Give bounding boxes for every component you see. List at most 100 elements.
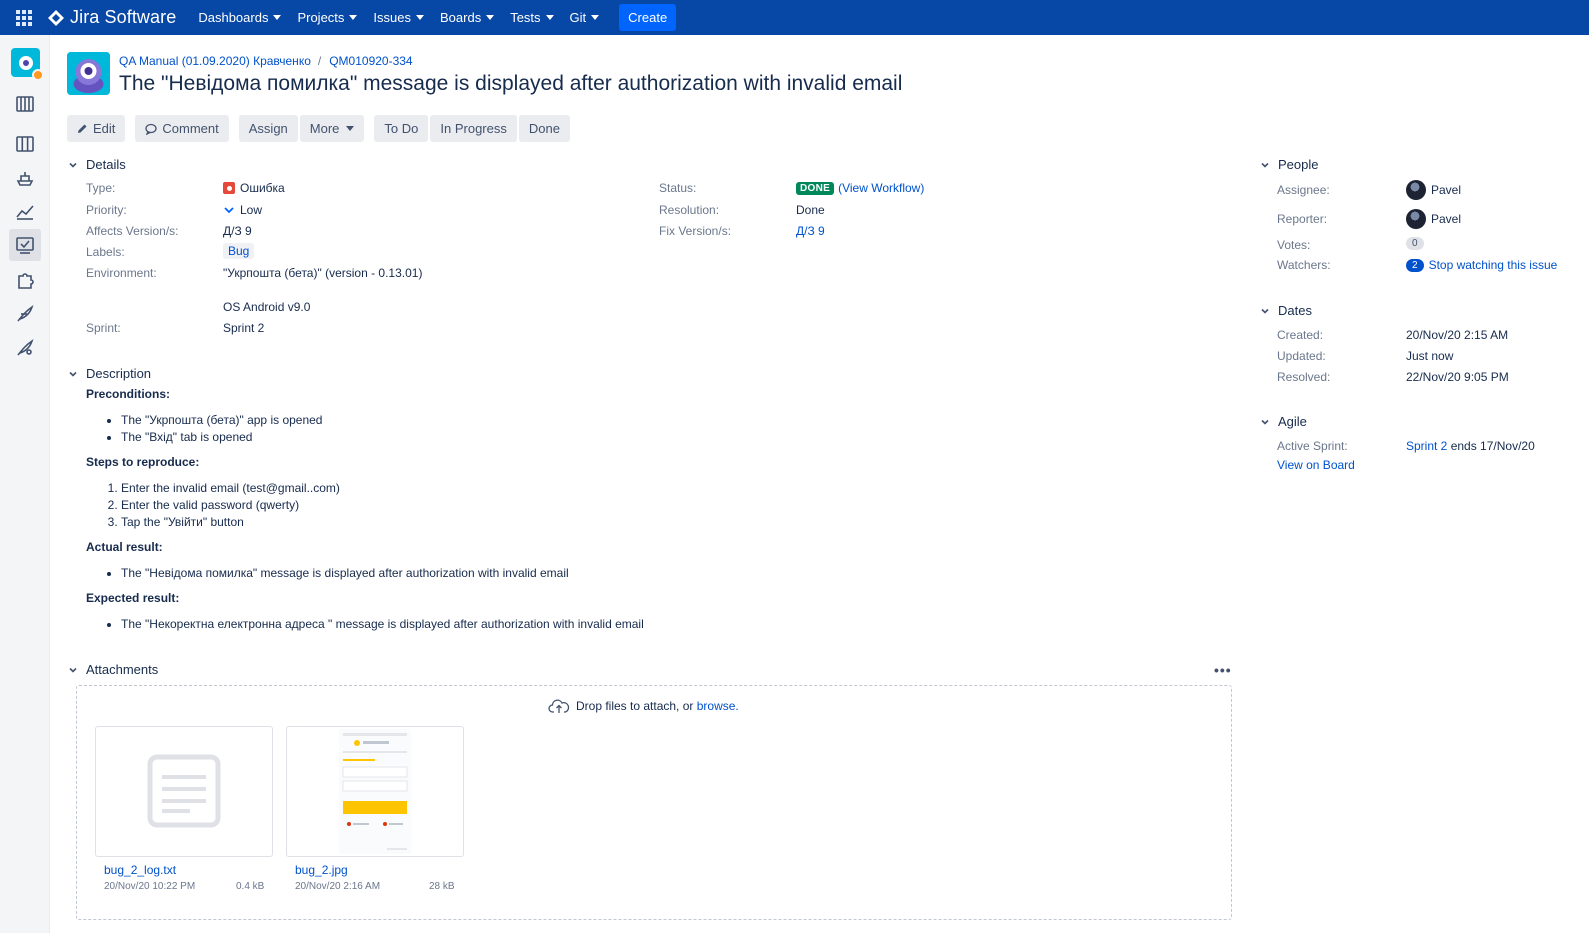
attachments-more-icon[interactable]: ••• bbox=[1214, 662, 1232, 678]
dates-section-toggle[interactable]: Dates bbox=[1259, 303, 1312, 318]
expected-result-list: The "Некоректна електронна адреса " mess… bbox=[86, 616, 644, 633]
addons-icon[interactable] bbox=[12, 267, 38, 293]
watchers-count[interactable]: 2 bbox=[1406, 258, 1424, 272]
resolved-value: 22/Nov/20 9:05 PM bbox=[1406, 370, 1509, 384]
list-item: Tap the "Увійти" button bbox=[121, 514, 340, 531]
releases-icon[interactable] bbox=[12, 165, 38, 191]
created-label: Created: bbox=[1277, 328, 1324, 342]
priority-label: Priority: bbox=[86, 203, 127, 217]
assignee-value[interactable]: Pavel bbox=[1406, 180, 1461, 200]
top-navigation: Jira Software Dashboards Projects Issues… bbox=[0, 0, 1589, 35]
preconditions-list: The "Укрпошта (бета)" app is opened The … bbox=[86, 412, 322, 446]
feather-alt-icon[interactable] bbox=[12, 335, 38, 361]
attachment-thumbnail-txt[interactable] bbox=[95, 726, 273, 857]
affects-version-label: Affects Version/s: bbox=[86, 224, 179, 238]
view-on-board-link[interactable]: View on Board bbox=[1277, 458, 1355, 472]
environment-line-1: "Укрпошта (бета)" (version - 0.13.01) bbox=[223, 266, 423, 280]
people-section-toggle[interactable]: People bbox=[1259, 157, 1318, 172]
avatar bbox=[1406, 209, 1426, 229]
done-transition-button[interactable]: Done bbox=[518, 115, 570, 142]
attachments-heading: Attachments bbox=[86, 662, 159, 677]
drop-text: Drop files to attach, or bbox=[576, 699, 694, 713]
label-bug[interactable]: Bug bbox=[223, 243, 255, 259]
chevron-down-icon bbox=[67, 159, 79, 171]
breadcrumb-issue-key[interactable]: QM010920-334 bbox=[329, 54, 412, 68]
jira-logo[interactable]: Jira Software bbox=[48, 7, 176, 28]
nav-issues[interactable]: Issues bbox=[365, 0, 432, 35]
chevron-down-icon bbox=[416, 15, 424, 20]
edit-button[interactable]: Edit bbox=[67, 115, 126, 142]
description-section-toggle[interactable]: Description bbox=[67, 366, 151, 381]
fix-version-value[interactable]: Д/З 9 bbox=[796, 224, 825, 238]
dates-heading: Dates bbox=[1278, 303, 1312, 318]
fix-version-label: Fix Version/s: bbox=[659, 224, 732, 238]
attachment-name[interactable]: bug_2_log.txt bbox=[104, 863, 176, 877]
list-item: The "Укрпошта (бета)" app is opened bbox=[121, 412, 322, 429]
expected-result-heading: Expected result: bbox=[86, 591, 179, 605]
updated-label: Updated: bbox=[1277, 349, 1326, 363]
type-value: Ошибка bbox=[223, 181, 285, 195]
reporter-value[interactable]: Pavel bbox=[1406, 209, 1461, 229]
attachments-section-toggle[interactable]: Attachments bbox=[67, 662, 158, 677]
chevron-down-icon bbox=[1259, 305, 1271, 317]
avatar bbox=[1406, 180, 1426, 200]
breadcrumb-separator: / bbox=[317, 54, 322, 68]
app-switcher-button[interactable] bbox=[6, 0, 42, 35]
preconditions-title: Preconditions: bbox=[86, 387, 171, 401]
feather-icon[interactable] bbox=[12, 301, 38, 327]
steps-list: Enter the invalid email (test@gmail..com… bbox=[86, 480, 340, 531]
attachment-thumbnail-jpg[interactable] bbox=[286, 726, 464, 857]
project-header-avatar[interactable] bbox=[67, 52, 110, 95]
nav-boards[interactable]: Boards bbox=[432, 0, 502, 35]
affects-version-value[interactable]: Д/З 9 bbox=[223, 224, 252, 238]
breadcrumb-project[interactable]: QA Manual (01.09.2020) Кравченко bbox=[119, 54, 311, 68]
preconditions-heading: Preconditions: bbox=[86, 387, 170, 401]
issue-toolbar: Edit Comment Assign More To Do In Progre… bbox=[67, 115, 572, 142]
attachment-name[interactable]: bug_2.jpg bbox=[295, 863, 348, 877]
priority-low-icon bbox=[224, 207, 234, 214]
nav-dashboards[interactable]: Dashboards bbox=[190, 0, 289, 35]
environment-line-2: OS Android v9.0 bbox=[223, 300, 311, 314]
details-section-toggle[interactable]: Details bbox=[67, 157, 126, 172]
chevron-down-icon bbox=[1259, 159, 1271, 171]
create-button[interactable]: Create bbox=[619, 4, 677, 31]
type-label: Type: bbox=[86, 181, 116, 195]
sprint-end-text: ends 17/Nov/20 bbox=[1447, 439, 1535, 453]
todo-transition-button[interactable]: To Do bbox=[374, 115, 429, 142]
screenshot-preview-image bbox=[339, 729, 411, 854]
reports-icon[interactable] bbox=[12, 198, 38, 224]
priority-value: Low bbox=[223, 203, 262, 217]
assign-button[interactable]: Assign bbox=[238, 115, 298, 142]
comment-button[interactable]: Comment bbox=[135, 115, 229, 142]
votes-label: Votes: bbox=[1277, 238, 1311, 252]
assignee-label: Assignee: bbox=[1277, 183, 1330, 197]
nav-git[interactable]: Git bbox=[562, 0, 608, 35]
issue-title[interactable]: The "Невідома помилка" message is displa… bbox=[119, 72, 902, 96]
view-workflow-link[interactable]: (View Workflow) bbox=[838, 181, 924, 195]
stop-watching-link[interactable]: Stop watching this issue bbox=[1429, 258, 1558, 272]
reporter-name: Pavel bbox=[1431, 212, 1462, 226]
project-badge bbox=[32, 69, 44, 81]
details-heading: Details bbox=[86, 157, 126, 172]
breadcrumb: QA Manual (01.09.2020) Кравченко / QM010… bbox=[119, 54, 413, 68]
issues-icon[interactable] bbox=[9, 229, 41, 261]
watchers-label: Watchers: bbox=[1277, 258, 1331, 272]
sprint-link[interactable]: Sprint 2 bbox=[1406, 439, 1447, 453]
chevron-down-icon bbox=[346, 126, 355, 131]
nav-projects[interactable]: Projects bbox=[289, 0, 365, 35]
agile-section-toggle[interactable]: Agile bbox=[1259, 414, 1307, 429]
backlog-icon[interactable] bbox=[12, 91, 38, 117]
browse-link[interactable]: browse. bbox=[697, 699, 739, 713]
project-avatar[interactable] bbox=[11, 48, 44, 81]
reporter-label: Reporter: bbox=[1277, 212, 1328, 226]
actual-result-title: Actual result: bbox=[86, 540, 163, 554]
expected-result-title: Expected result: bbox=[86, 591, 180, 605]
in-progress-transition-button[interactable]: In Progress bbox=[430, 115, 517, 142]
nav-tests[interactable]: Tests bbox=[502, 0, 561, 35]
attachment-size: 0.4 kB bbox=[236, 881, 265, 892]
votes-value[interactable]: 0 bbox=[1406, 237, 1429, 250]
cloud-upload-icon bbox=[548, 699, 570, 713]
more-button[interactable]: More bbox=[299, 115, 365, 142]
nav-tests-label: Tests bbox=[510, 10, 541, 25]
board-icon[interactable] bbox=[12, 131, 38, 157]
